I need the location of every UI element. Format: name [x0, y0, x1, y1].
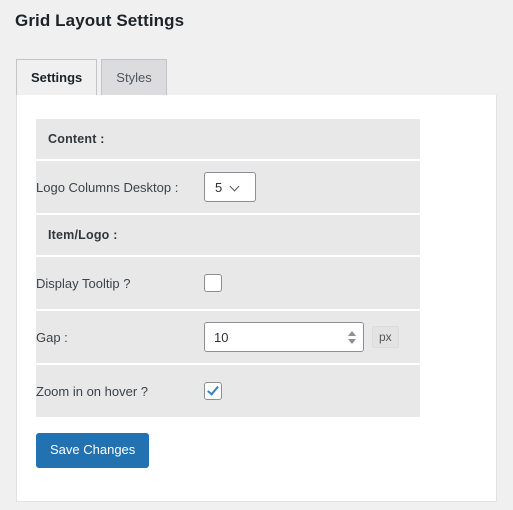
section-header-item-logo: Item/Logo :	[36, 215, 420, 255]
tab-styles-label: Styles	[116, 70, 152, 85]
table-row: Logo Columns Desktop : 5	[36, 161, 420, 213]
field-inner	[204, 274, 420, 292]
chevron-down-icon	[231, 183, 240, 192]
gap-unit-label: px	[372, 326, 399, 348]
display-tooltip-cell	[204, 257, 420, 309]
gap-label: Gap :	[36, 311, 204, 363]
zoom-in-on-hover-checkbox[interactable]	[204, 382, 222, 400]
gap-stepper[interactable]	[346, 328, 357, 346]
zoom-in-on-hover-label: Zoom in on hover ?	[36, 365, 204, 417]
section-header-content: Content :	[36, 119, 420, 159]
settings-panel: Content : Logo Columns Desktop : 5 Item/…	[16, 95, 497, 502]
tab-styles[interactable]: Styles	[101, 59, 167, 95]
gap-number-input[interactable]: 10	[204, 322, 364, 352]
field-inner: 10 px	[204, 322, 420, 352]
display-tooltip-label: Display Tooltip ?	[36, 257, 204, 309]
section-header-item-logo-label: Item/Logo :	[36, 215, 420, 255]
logo-columns-desktop-cell: 5	[204, 161, 420, 213]
tab-bar: Settings Styles	[16, 57, 171, 95]
logo-columns-desktop-select[interactable]: 5	[204, 172, 256, 202]
zoom-in-on-hover-cell	[204, 365, 420, 417]
caret-down-icon[interactable]	[347, 338, 356, 344]
table-row: Display Tooltip ?	[36, 257, 420, 309]
section-header-content-label: Content :	[36, 119, 420, 159]
field-inner	[204, 382, 420, 400]
tab-settings-label: Settings	[31, 70, 83, 85]
table-row: Gap : 10 px	[36, 311, 420, 363]
tab-settings[interactable]: Settings	[16, 59, 98, 95]
logo-columns-desktop-label: Logo Columns Desktop :	[36, 161, 204, 213]
settings-table: Content : Logo Columns Desktop : 5 Item/…	[36, 117, 420, 419]
gap-cell: 10 px	[204, 311, 420, 363]
save-changes-button[interactable]: Save Changes	[36, 433, 150, 468]
display-tooltip-checkbox[interactable]	[204, 274, 222, 292]
table-row: Zoom in on hover ?	[36, 365, 420, 417]
logo-columns-desktop-value: 5	[215, 179, 223, 195]
field-inner: 5	[204, 172, 420, 202]
gap-value: 10	[214, 329, 229, 345]
caret-up-icon[interactable]	[347, 330, 356, 336]
page-title: Grid Layout Settings	[15, 11, 185, 30]
